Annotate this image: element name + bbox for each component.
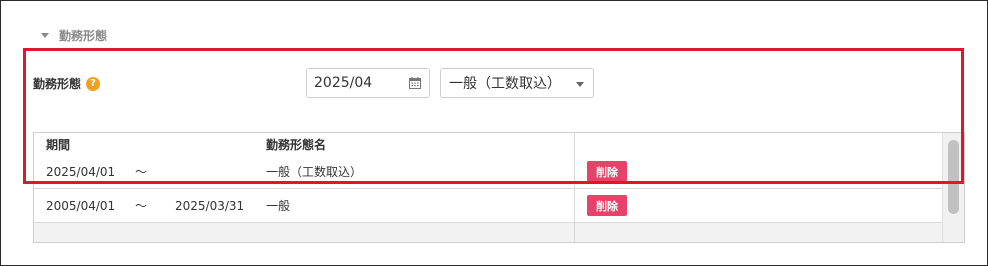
column-divider (574, 223, 575, 242)
table-row[interactable]: 2005/04/01 ～ 2025/03/31 一般 削除 (34, 189, 942, 223)
period-separator: ～ (135, 165, 148, 179)
work-pattern-label: 勤務形態 ? (33, 75, 101, 92)
work-pattern-panel: 勤務形態 勤務形態 ? 2025/04 一般（工数取込） 期間 勤務形態名 20… (0, 0, 988, 266)
collapse-caret-icon[interactable] (41, 32, 49, 38)
column-divider (574, 155, 575, 188)
work-pattern-name: 一般（工数取込） (266, 165, 363, 179)
delete-button[interactable]: 削除 (587, 195, 627, 216)
work-pattern-select[interactable]: 一般（工数取込） (440, 68, 594, 98)
period-separator: ～ (135, 199, 148, 213)
chevron-down-icon (576, 82, 584, 87)
work-pattern-name: 一般 (266, 199, 291, 213)
table-header: 期間 勤務形態名 (34, 133, 942, 156)
month-input[interactable]: 2025/04 (306, 68, 430, 98)
column-header-period: 期間 (46, 137, 71, 152)
work-pattern-select-value: 一般（工数取込） (449, 76, 561, 92)
period-end: 2025/03/31 (175, 198, 245, 213)
table-row[interactable]: 2025/04/01 ～ 一般（工数取込） 削除 (34, 155, 942, 189)
section-title: 勤務形態 (59, 28, 108, 43)
table-row-empty (34, 223, 942, 242)
delete-button[interactable]: 削除 (587, 161, 627, 182)
column-divider (574, 189, 575, 222)
calendar-icon[interactable] (409, 77, 421, 89)
scrollbar-thumb[interactable] (948, 140, 959, 214)
column-divider (574, 133, 575, 155)
field-label-text: 勤務形態 (33, 77, 82, 91)
period-start: 2025/04/01 (46, 164, 116, 179)
table-scrollbar[interactable] (942, 133, 964, 242)
help-icon[interactable]: ? (86, 76, 101, 91)
section-header[interactable]: 勤務形態 (41, 27, 107, 43)
period-start: 2005/04/01 (46, 198, 116, 213)
column-header-name: 勤務形態名 (266, 137, 327, 152)
work-pattern-table: 期間 勤務形態名 2025/04/01 ～ 一般（工数取込） 削除 2005/0… (33, 132, 965, 243)
month-input-value: 2025/04 (314, 75, 373, 91)
